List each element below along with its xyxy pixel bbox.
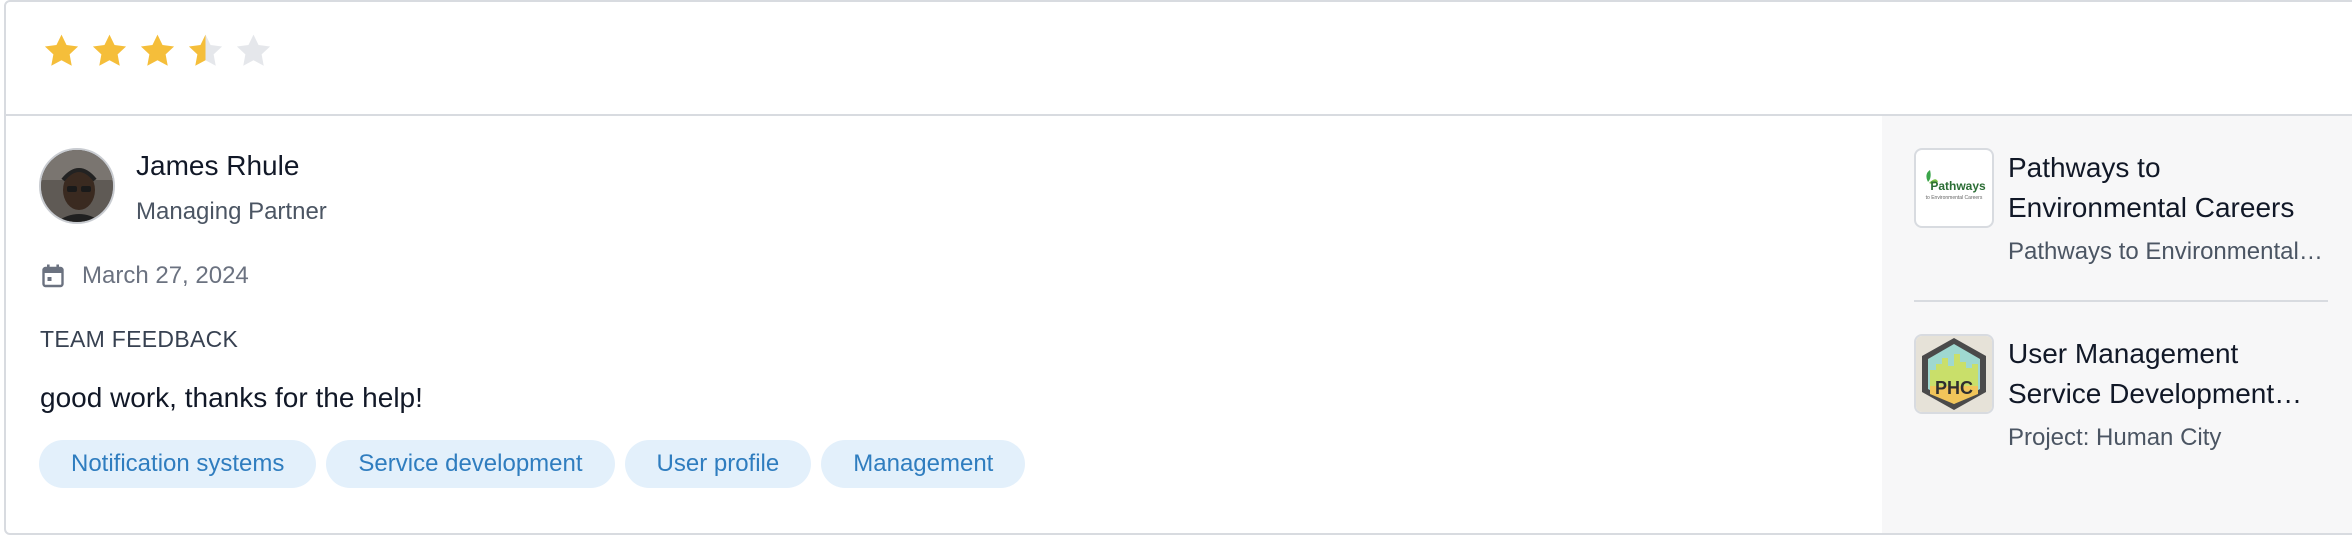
logo-subtext: to Environmental Careers xyxy=(1926,195,1983,201)
related-sidebar: Pathways to Environmental Careers Pathwa… xyxy=(1882,116,2352,533)
date-row: March 27, 2024 xyxy=(42,262,249,290)
author-name[interactable]: James Rhule xyxy=(136,150,299,182)
phc-logo: PHC xyxy=(1914,334,1994,414)
star-icon[interactable] xyxy=(138,32,177,71)
logo-text: Pathways xyxy=(1930,179,1986,193)
org-subtitle: Pathways to Environmental… xyxy=(2008,238,2323,265)
calendar-icon xyxy=(42,264,64,288)
author-role: Managing Partner xyxy=(136,198,327,225)
sidebar-divider xyxy=(1914,300,2328,302)
tag-management[interactable]: Management xyxy=(821,440,1026,488)
project-title-line2: Service Development… xyxy=(2008,378,2303,409)
section-label: TEAM FEEDBACK xyxy=(40,326,239,352)
review-main: James Rhule Managing Partner March 27, 2… xyxy=(6,116,1880,533)
star-icon[interactable] xyxy=(234,32,273,71)
tag-user-profile[interactable]: User profile xyxy=(624,440,812,488)
pathways-logo: Pathways to Environmental Careers xyxy=(1914,148,1994,228)
star-rating xyxy=(42,32,273,71)
tag-notification-systems[interactable]: Notification systems xyxy=(39,440,317,488)
review-date: March 27, 2024 xyxy=(82,262,249,289)
phc-logo-image: PHC xyxy=(1916,336,1992,412)
avatar-image xyxy=(41,150,113,222)
org-title[interactable]: Pathways to Environmental Careers xyxy=(2008,148,2328,228)
tag-service-development[interactable]: Service development xyxy=(326,440,615,488)
pathways-logo-image: Pathways to Environmental Careers xyxy=(1926,170,1986,201)
project-title[interactable]: User Management Service Development… xyxy=(2008,334,2328,414)
star-icon[interactable] xyxy=(186,32,225,71)
avatar[interactable] xyxy=(39,148,115,224)
sidebar-item-organization[interactable]: Pathways to Environmental Careers Pathwa… xyxy=(1914,148,2324,278)
star-icon[interactable] xyxy=(90,32,129,71)
project-title-line1: User Management xyxy=(2008,338,2239,369)
sidebar-item-project[interactable]: PHC User Management Service Development…… xyxy=(1914,334,2324,464)
rating-bar xyxy=(6,2,2352,116)
review-card: James Rhule Managing Partner March 27, 2… xyxy=(4,0,2352,535)
org-title-line1: Pathways to xyxy=(2008,152,2161,183)
feedback-text: good work, thanks for the help! xyxy=(40,382,423,413)
star-icon[interactable] xyxy=(42,32,81,71)
org-title-line2: Environmental Careers xyxy=(2008,192,2295,223)
project-subtitle: Project: Human City xyxy=(2008,424,2222,451)
phc-logo-text: PHC xyxy=(1935,378,1973,398)
tag-list: Notification systems Service development… xyxy=(39,440,1026,488)
